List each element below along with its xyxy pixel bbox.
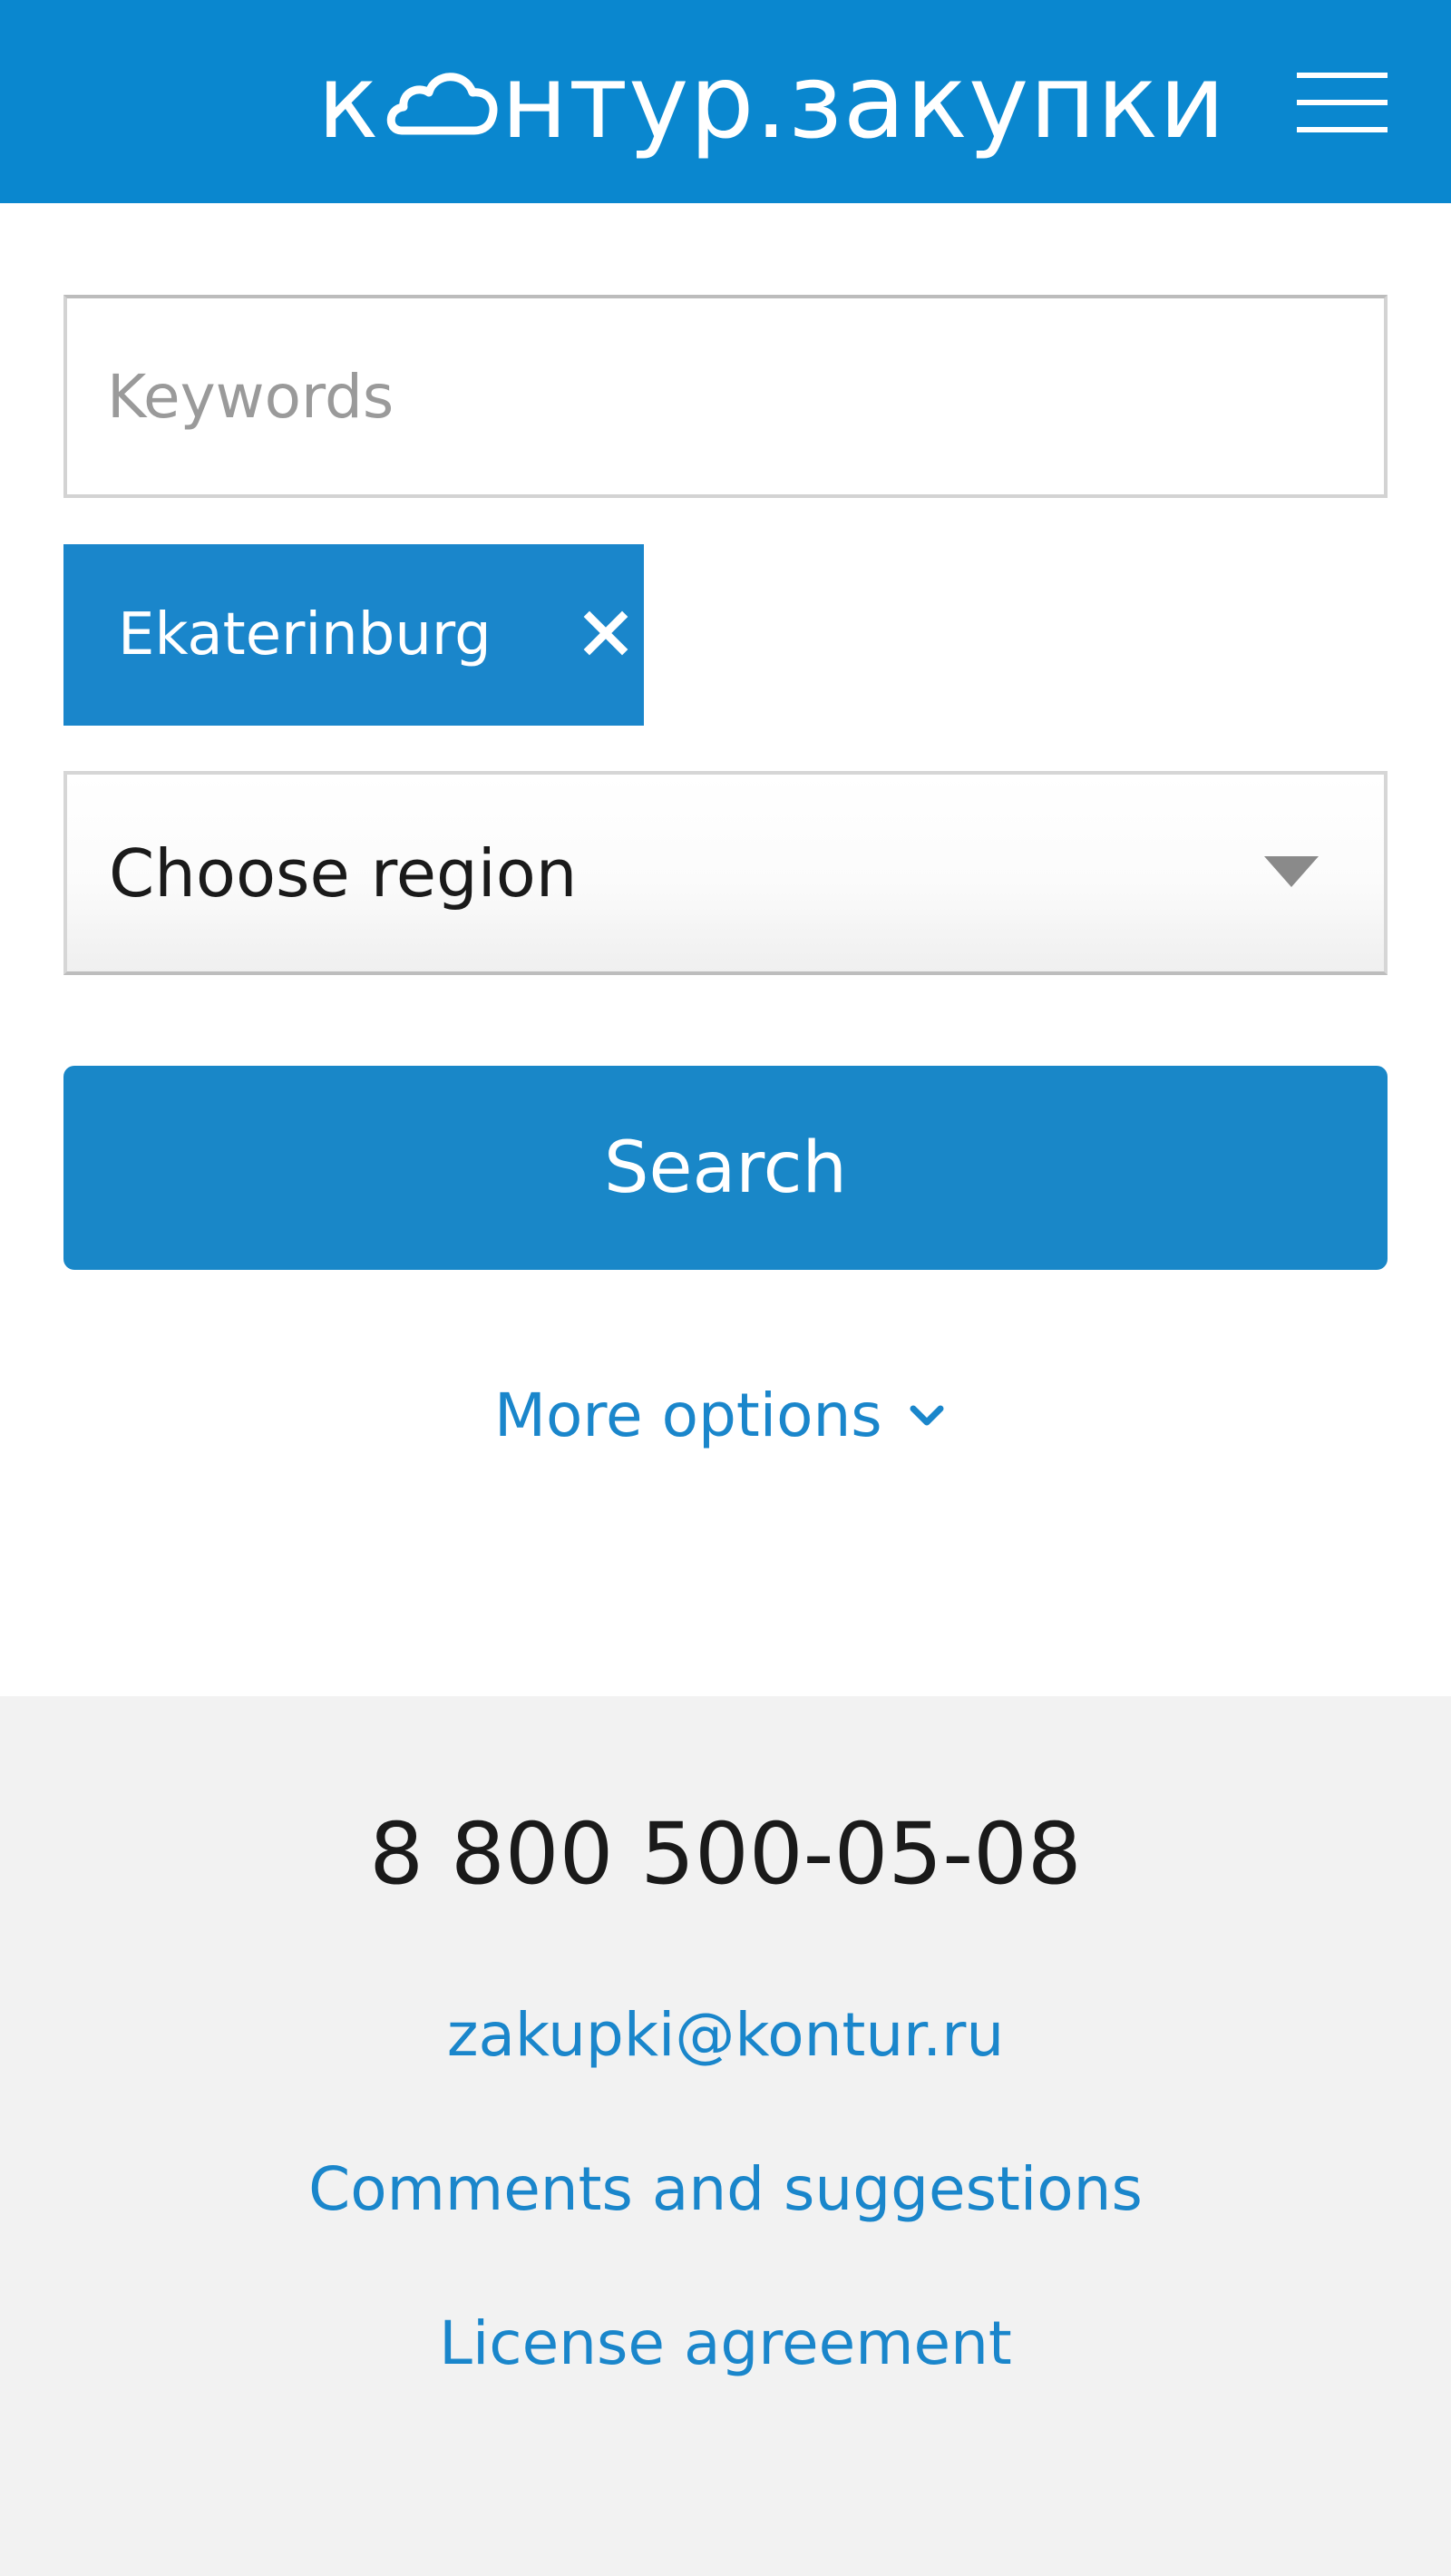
menu-line [1297, 73, 1388, 78]
menu-line [1297, 100, 1388, 105]
cloud-icon [382, 53, 500, 152]
search-button-label: Search [604, 1127, 847, 1209]
hamburger-menu-icon[interactable] [1288, 65, 1388, 138]
keywords-input[interactable] [63, 295, 1388, 498]
app-header: к нтур.закупки [0, 0, 1451, 203]
more-options-toggle[interactable]: More options [494, 1365, 948, 1465]
kontur-zakupki-logo[interactable]: к нтур.закупки [317, 34, 1226, 171]
license-agreement-link[interactable]: License agreement [0, 2308, 1451, 2378]
comments-link[interactable]: Comments and suggestions [0, 2154, 1451, 2224]
menu-line [1297, 127, 1388, 132]
logo-text-end: нтур.закупки [501, 44, 1226, 161]
close-icon[interactable] [580, 608, 631, 659]
selected-city-label: Ekaterinburg [118, 601, 492, 668]
page-footer: 8 800 500-05-08 zakupki@kontur.ru Commen… [0, 1696, 1451, 2576]
email-link[interactable]: zakupki@kontur.ru [0, 2000, 1451, 2070]
search-button[interactable]: Search [63, 1066, 1388, 1270]
caret-down-icon [1264, 856, 1319, 887]
region-select-label: Choose region [109, 834, 578, 912]
more-options-label: More options [494, 1380, 882, 1450]
support-phone: 8 800 500-05-08 [369, 1805, 1082, 1904]
region-select[interactable]: Choose region [63, 771, 1388, 975]
selected-city-tag: Ekaterinburg [63, 544, 644, 726]
chevron-down-icon [906, 1394, 948, 1436]
logo-text-start: к [317, 44, 380, 161]
